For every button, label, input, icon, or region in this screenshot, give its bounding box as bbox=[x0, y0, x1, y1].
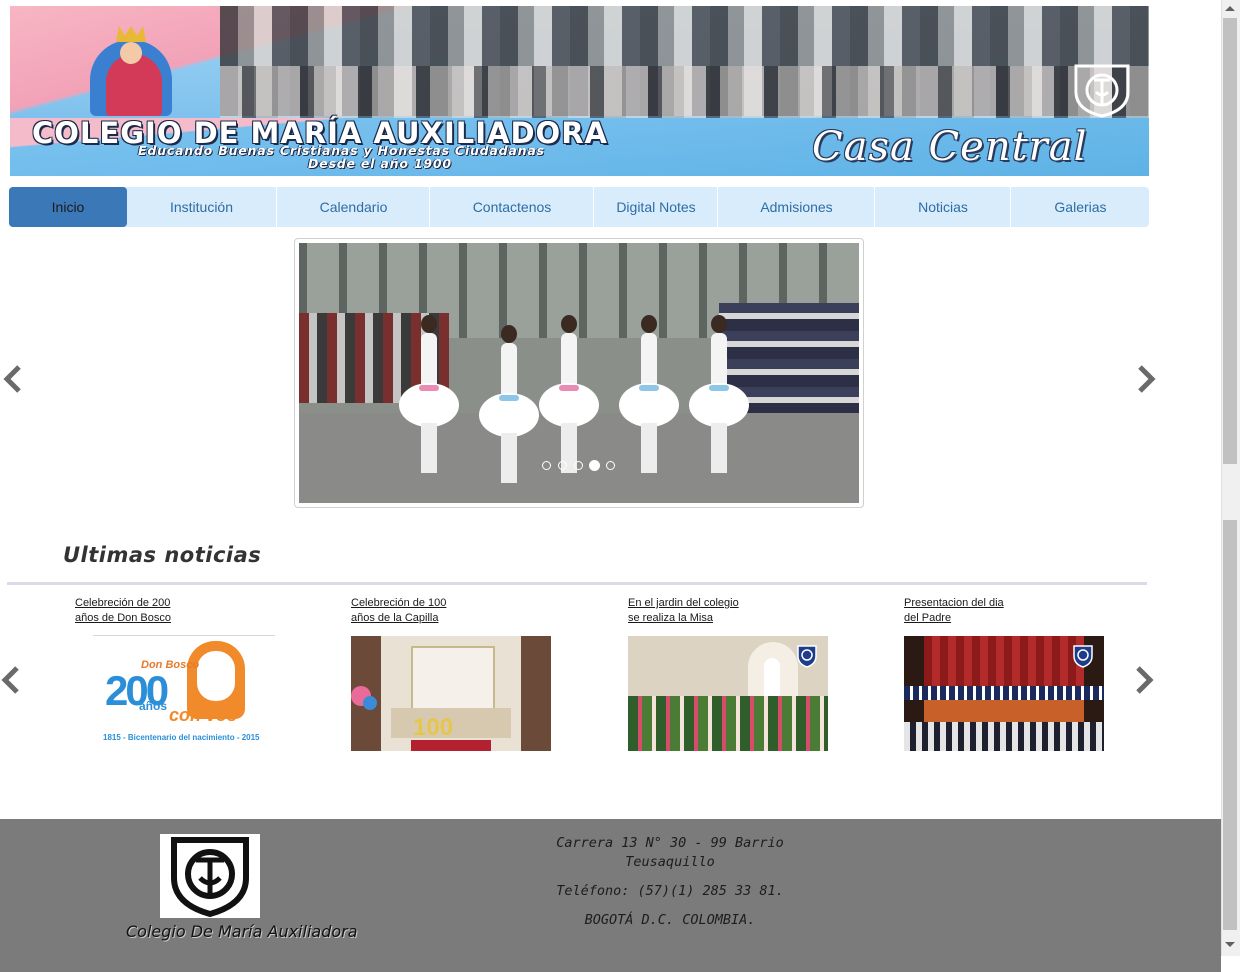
logo-anos-text: años bbox=[139, 699, 168, 713]
don-bosco-logo-image[interactable]: Don Bosco 200 años con vos 1815 - Bicent… bbox=[93, 637, 275, 752]
nav-item-calendario[interactable]: Calendario bbox=[276, 187, 430, 227]
logo-convos-text: con vos bbox=[169, 705, 238, 725]
nav-item-digital-notes[interactable]: Digital Notes bbox=[593, 187, 718, 227]
slider-dot-active[interactable] bbox=[589, 460, 600, 471]
news-divider bbox=[7, 582, 1147, 585]
footer-logo bbox=[160, 834, 260, 918]
chevron-right-icon[interactable] bbox=[1133, 665, 1155, 695]
scrollbar-thumb[interactable] bbox=[1223, 18, 1237, 464]
anniversary-badge: 100 bbox=[413, 714, 454, 741]
stage-presentation-image[interactable] bbox=[904, 636, 1104, 751]
footer-address-line2: Teusaquillo bbox=[625, 854, 715, 870]
news-item-title-line2[interactable]: años de Don Bosco bbox=[75, 611, 215, 626]
nav-item-galerias[interactable]: Galerias bbox=[1010, 187, 1150, 227]
news-item-title-line1[interactable]: Presentacion del dia bbox=[904, 596, 1044, 611]
chevron-right-icon[interactable] bbox=[1135, 364, 1157, 394]
footer-address-line1: Carrera 13 N° 30 - 99 Barrio bbox=[556, 835, 784, 851]
news-item-title-line2[interactable]: años de la Capilla bbox=[351, 611, 491, 626]
nav-item-admisiones[interactable]: Admisiones bbox=[717, 187, 875, 227]
footer-school-name: Colegio De María Auxiliadora bbox=[126, 922, 358, 941]
chevron-left-icon[interactable] bbox=[0, 665, 22, 695]
slider-dot[interactable] bbox=[606, 461, 615, 470]
school-crest-icon bbox=[1074, 64, 1130, 118]
banner-since: Desde el año 1900 bbox=[308, 156, 452, 171]
school-crest-icon bbox=[171, 837, 249, 918]
header-banner: COLEGIO DE MARÍA AUXILIADORA Educando Bu… bbox=[10, 6, 1149, 176]
nav-item-noticias[interactable]: Noticias bbox=[874, 187, 1011, 227]
news-item-link[interactable]: Celebreción de 100 años de la Capilla bbox=[351, 596, 491, 626]
news-item-title-line1[interactable]: En el jardin del colegio bbox=[628, 596, 768, 611]
nav-item-contactenos[interactable]: Contactenos bbox=[429, 187, 594, 227]
school-crest-icon bbox=[797, 645, 817, 668]
school-crest-icon bbox=[1073, 645, 1093, 668]
nav-item-institucion[interactable]: Institución bbox=[127, 187, 276, 227]
main-nav: Inicio Institución Calendario Contacteno… bbox=[9, 187, 1149, 227]
virgin-mary-image bbox=[50, 20, 220, 116]
news-item-link[interactable]: Celebreción de 200 años de Don Bosco bbox=[75, 596, 215, 626]
chapel-altar-image[interactable]: 100 bbox=[351, 636, 551, 751]
slider-dot[interactable] bbox=[542, 461, 551, 470]
news-item-separator bbox=[93, 635, 275, 636]
news-item-link[interactable]: En el jardin del colegio se realiza la M… bbox=[628, 596, 768, 626]
slider-dot[interactable] bbox=[574, 461, 583, 470]
scroll-down-icon[interactable] bbox=[1225, 942, 1235, 947]
footer-phone: Teléfono: (57)(1) 285 33 81. bbox=[556, 883, 784, 899]
scroll-up-icon[interactable] bbox=[1225, 6, 1235, 11]
news-heading: Ultimas noticias bbox=[63, 543, 262, 567]
footer-city: BOGOTÁ D.C. COLOMBIA. bbox=[584, 912, 756, 928]
banner-casa-central: Casa Central bbox=[812, 124, 1088, 170]
slider-dot[interactable] bbox=[558, 461, 567, 470]
garden-statue-image[interactable] bbox=[628, 636, 828, 751]
news-item-link[interactable]: Presentacion del dia del Padre bbox=[904, 596, 1044, 626]
scrollbar-thumb-secondary[interactable] bbox=[1223, 520, 1237, 930]
news-item-title-line1[interactable]: Celebreción de 200 bbox=[75, 596, 215, 611]
news-item-title-line1[interactable]: Celebreción de 100 bbox=[351, 596, 491, 611]
news-item-title-line2[interactable]: del Padre bbox=[904, 611, 1044, 626]
nav-item-inicio[interactable]: Inicio bbox=[9, 187, 127, 227]
chevron-left-icon[interactable] bbox=[2, 364, 24, 394]
logo-caption: 1815 - Bicentenario del nacimiento - 201… bbox=[103, 733, 260, 742]
news-item-title-line2[interactable]: se realiza la Misa bbox=[628, 611, 768, 626]
